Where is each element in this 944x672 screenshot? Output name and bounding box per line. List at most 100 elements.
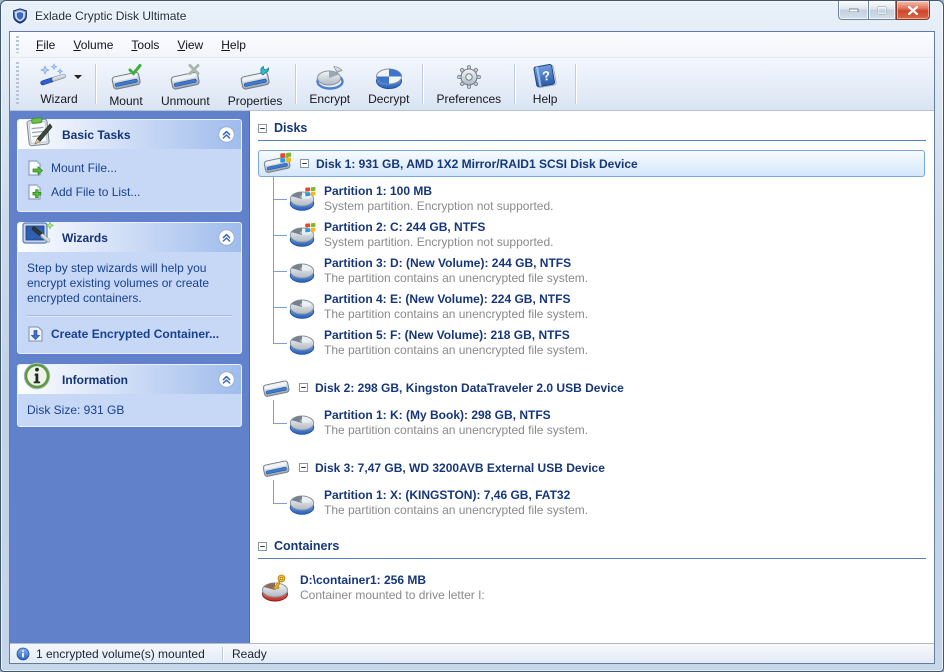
container-row[interactable]: D:\container1: 256 MB Container mounted … xyxy=(260,573,926,603)
section-header-containers: Containers xyxy=(258,538,926,559)
collapse-chevron-button[interactable] xyxy=(218,126,235,143)
clipboard-pencil-icon xyxy=(20,116,56,148)
collapse-box-icon[interactable] xyxy=(300,159,309,168)
toolbar-decrypt-button[interactable]: Decrypt xyxy=(359,60,418,108)
partition-disk-icon xyxy=(287,294,317,321)
toolbar-separator xyxy=(575,64,576,104)
toolbar-mount-button[interactable]: Mount xyxy=(100,60,152,108)
statusbar-divider xyxy=(222,647,223,661)
menu-file[interactable]: File xyxy=(27,35,64,55)
decrypt-pie-icon xyxy=(373,63,405,91)
collapse-chevron-button[interactable] xyxy=(218,371,235,388)
partition-row[interactable]: Partition 5: F: (New Volume): 218 GB, NT… xyxy=(273,325,926,361)
partition-row[interactable]: Partition 2: C: 244 GB, NTFS System part… xyxy=(273,217,926,253)
ready-status: Ready xyxy=(232,647,267,661)
disk-2-partitions: Partition 1: K: (My Book): 298 GB, NTFS … xyxy=(273,405,926,441)
tree-line xyxy=(273,480,274,503)
menubar-grip[interactable] xyxy=(16,36,19,54)
menu-view[interactable]: View xyxy=(168,35,212,55)
titlebar[interactable]: Exlade Cryptic Disk Ultimate xyxy=(1,1,943,31)
monitor-wand-icon xyxy=(20,219,56,251)
panel-basic-tasks-body: Mount File... Add File to List... xyxy=(17,149,242,212)
toolbar-separator xyxy=(295,64,296,104)
window-controls xyxy=(838,1,930,20)
help-book-icon xyxy=(529,63,561,91)
wizard-dropdown-arrow-icon[interactable] xyxy=(74,75,82,79)
close-button[interactable] xyxy=(896,1,930,20)
info-circle-icon xyxy=(20,361,56,393)
toolbar-separator xyxy=(422,64,423,104)
partition-disk-icon xyxy=(287,330,317,357)
minimize-button[interactable] xyxy=(838,1,868,20)
maximize-icon xyxy=(877,6,887,15)
partition-disk-icon xyxy=(287,410,317,437)
mount-file-link[interactable]: Mount File... xyxy=(27,156,232,180)
menu-tools[interactable]: Tools xyxy=(122,35,168,55)
panel-information-header[interactable]: Information xyxy=(17,364,242,394)
panel-basic-tasks: Basic Tasks Mount File... Add File to Li… xyxy=(17,119,242,212)
toolbar-encrypt-button[interactable]: Encrypt xyxy=(300,60,359,108)
status-info-icon xyxy=(16,647,30,661)
window-title: Exlade Cryptic Disk Ultimate xyxy=(35,9,186,23)
disk-list-panel: Disks Disk 1: 931 GB, AMD 1X2 Mirror/RAI… xyxy=(250,111,934,643)
app-window: Exlade Cryptic Disk Ultimate File Volume… xyxy=(0,0,944,672)
collapse-chevron-button[interactable] xyxy=(218,229,235,246)
maximize-button[interactable] xyxy=(868,1,896,20)
partition-row[interactable]: Partition 1: X: (KINGSTON): 7,46 GB, FAT… xyxy=(273,485,926,521)
toolbar-preferences-button[interactable]: Preferences xyxy=(427,60,510,108)
collapse-box-icon[interactable] xyxy=(299,463,308,472)
toolbar: Wizard Mount Unmount Properties Encrypt xyxy=(10,58,934,111)
toolbar-unmount-button[interactable]: Unmount xyxy=(152,60,219,108)
disk-row-2[interactable]: Disk 2: 298 GB, Kingston DataTraveler 2.… xyxy=(258,374,926,401)
collapse-box-icon[interactable] xyxy=(258,542,267,551)
client-area: File Volume Tools View Help Wizard Mount xyxy=(9,31,935,664)
panel-wizards-header[interactable]: Wizards xyxy=(17,222,242,252)
partition-row[interactable]: Partition 3: D: (New Volume): 244 GB, NT… xyxy=(273,253,926,289)
partition-row[interactable]: Partition 1: K: (My Book): 298 GB, NTFS … xyxy=(273,405,926,441)
disk-3-partitions: Partition 1: X: (KINGSTON): 7,46 GB, FAT… xyxy=(273,485,926,521)
add-file-icon xyxy=(27,184,44,200)
toolbar-grip[interactable] xyxy=(16,62,19,106)
menu-volume[interactable]: Volume xyxy=(64,35,122,55)
properties-drive-icon xyxy=(238,63,272,93)
collapse-box-icon[interactable] xyxy=(299,383,308,392)
mounted-volumes-status: 1 encrypted volume(s) mounted xyxy=(36,647,222,661)
panel-wizards: Wizards Step by step wizards will help y… xyxy=(17,222,242,354)
encrypt-pie-icon xyxy=(314,63,346,91)
toolbar-wizard-button[interactable]: Wizard xyxy=(27,60,91,108)
app-shield-icon xyxy=(12,8,28,24)
toolbar-separator xyxy=(514,64,515,104)
toolbar-help-button[interactable]: Help xyxy=(519,60,571,108)
statusbar: 1 encrypted volume(s) mounted Ready xyxy=(10,643,934,663)
mount-file-icon xyxy=(27,160,44,176)
create-encrypted-container-link[interactable]: Create Encrypted Container... xyxy=(27,322,232,346)
preferences-gear-icon xyxy=(453,63,485,91)
partition-row[interactable]: Partition 4: E: (New Volume): 224 GB, NT… xyxy=(273,289,926,325)
tree-line xyxy=(273,176,274,343)
wizards-description: Step by step wizards will help you encry… xyxy=(27,259,232,312)
partition-row[interactable]: Partition 1: 100 MB System partition. En… xyxy=(273,181,926,217)
collapse-box-icon[interactable] xyxy=(258,124,267,133)
divider xyxy=(27,315,232,316)
wizard-wand-icon xyxy=(36,63,70,91)
create-container-icon xyxy=(27,326,44,342)
add-file-to-list-link[interactable]: Add File to List... xyxy=(27,180,232,204)
disk-row-1[interactable]: Disk 1: 931 GB, AMD 1X2 Mirror/RAID1 SCS… xyxy=(258,150,925,177)
menubar: File Volume Tools View Help xyxy=(10,32,934,58)
mount-drive-icon xyxy=(109,63,143,93)
menu-help[interactable]: Help xyxy=(212,35,255,55)
toolbar-separator xyxy=(95,64,96,104)
close-icon xyxy=(908,6,918,15)
minimize-icon xyxy=(849,8,859,12)
panel-wizards-body: Step by step wizards will help you encry… xyxy=(17,252,242,354)
partition-disk-icon xyxy=(287,490,317,517)
partition-disk-windows-icon xyxy=(287,222,317,249)
disk-row-3[interactable]: Disk 3: 7,47 GB, WD 3200AVB External USB… xyxy=(258,454,926,481)
sidebar: Basic Tasks Mount File... Add File to Li… xyxy=(10,111,250,643)
panel-basic-tasks-header[interactable]: Basic Tasks xyxy=(17,119,242,149)
toolbar-properties-button[interactable]: Properties xyxy=(219,60,292,108)
partition-disk-icon xyxy=(287,258,317,285)
partition-disk-windows-icon xyxy=(287,186,317,213)
hard-drive-icon xyxy=(260,376,292,400)
hard-drive-windows-icon xyxy=(261,152,293,176)
